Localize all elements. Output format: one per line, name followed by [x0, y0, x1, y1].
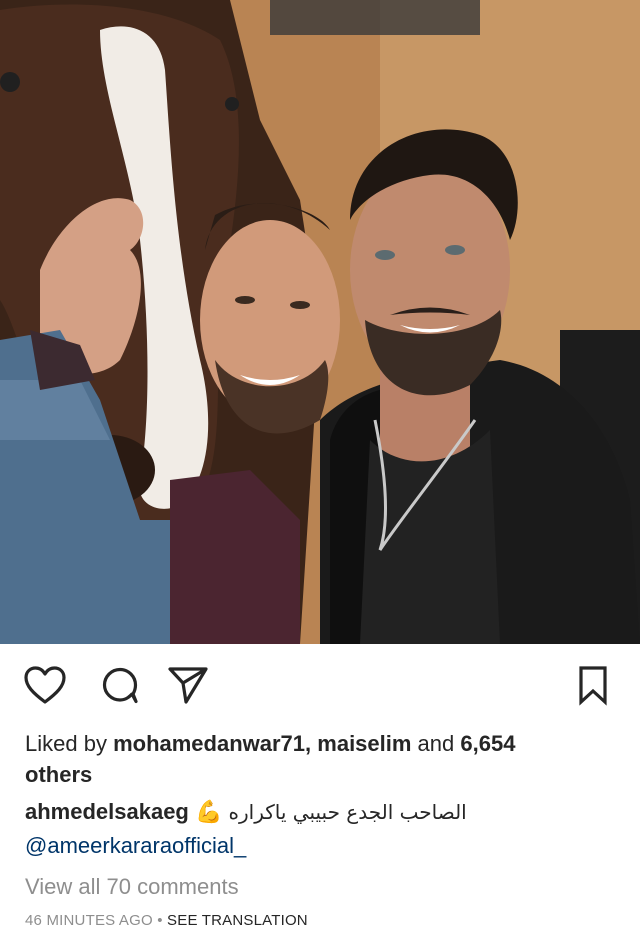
- likes-and: and: [411, 731, 461, 756]
- heart-icon: [23, 665, 67, 705]
- likes-count[interactable]: 6,654: [460, 731, 515, 756]
- likes-others[interactable]: others: [25, 762, 92, 787]
- view-all-comments-link[interactable]: View all 70 comments: [25, 874, 239, 900]
- post-meta: 46 MINUTES AGO • SEE TRANSLATION: [25, 912, 308, 929]
- liker-username[interactable]: mohamedanwar71: [113, 731, 305, 756]
- paper-plane-icon: [166, 664, 210, 706]
- caption-mention[interactable]: @ameerkararaofficial_: [25, 833, 246, 858]
- post-photo[interactable]: [0, 0, 640, 644]
- post-actions-bar: [0, 644, 640, 726]
- caption-username[interactable]: ahmedelsakaeg: [25, 799, 189, 824]
- liker-username[interactable]: maiselim: [317, 731, 411, 756]
- photo-illustration: [0, 0, 640, 644]
- like-button[interactable]: [22, 662, 68, 708]
- meta-dot: •: [152, 912, 168, 929]
- flexed-biceps-icon: 💪: [195, 799, 223, 824]
- caption-text: الصاحب الجدع حبيبي ياكراره: [228, 800, 467, 824]
- save-button[interactable]: [570, 662, 616, 708]
- likes-separator: ,: [305, 731, 318, 756]
- post-caption: ahmedelsakaeg 💪 الصاحب الجدع حبيبي ياكرا…: [25, 795, 615, 863]
- see-translation-link[interactable]: SEE TRANSLATION: [167, 912, 308, 929]
- bookmark-icon: [576, 664, 610, 706]
- comment-icon: [99, 664, 141, 706]
- post-timestamp: 46 MINUTES AGO: [25, 912, 153, 929]
- likes-prefix: Liked by: [25, 731, 114, 756]
- share-button[interactable]: [165, 662, 211, 708]
- comment-button[interactable]: [97, 662, 143, 708]
- likes-summary: Liked by mohamedanwar71, maiselim and 6,…: [25, 728, 615, 790]
